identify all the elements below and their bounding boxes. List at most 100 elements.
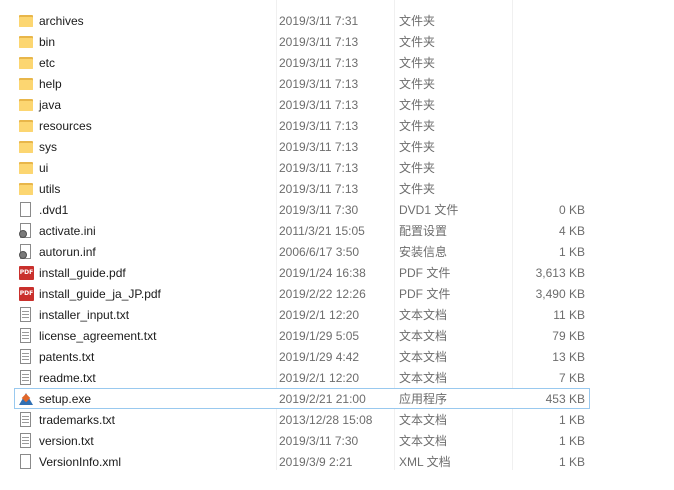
file-row[interactable]: PDF install_guide_ja_JP.pdf 2019/2/22 12:2… [14,283,590,304]
folder-row[interactable]: utils 2019/3/11 7:13 文件夹 [14,178,590,199]
file-type: 文件夹 [399,161,436,175]
file-date-modified: 2019/3/11 7:13 [279,98,359,112]
file-type: 文件夹 [399,140,436,154]
file-type: 文本文档 [399,350,448,364]
file-name: install_guide.pdf [39,266,126,280]
file-date-modified: 2019/3/11 7:30 [279,203,359,217]
blank-file-icon [18,202,34,218]
folder-icon [18,76,34,92]
file-date-modified: 2019/1/29 5:05 [279,329,360,343]
folder-row[interactable]: resources 2019/3/11 7:13 文件夹 [14,115,590,136]
file-date-modified: 2019/3/11 7:31 [279,14,359,28]
file-name: utils [39,182,61,196]
file-type: XML 文档 [399,455,451,469]
text-file-icon [18,349,34,365]
file-row[interactable]: patents.txt 2019/1/29 4:42 文本文档 13 KB [14,346,590,367]
file-date-modified: 2006/6/17 3:50 [279,245,360,259]
folder-row[interactable]: sys 2019/3/11 7:13 文件夹 [14,136,590,157]
file-size: 79 KB [552,329,585,343]
file-date-modified: 2019/3/9 2:21 [279,455,353,469]
file-type: 文本文档 [399,413,448,427]
file-date-modified: 2019/2/22 12:26 [279,287,366,301]
folder-icon [18,97,34,113]
file-name: license_agreement.txt [39,329,157,343]
text-file-icon [18,370,34,386]
file-type: 文本文档 [399,371,448,385]
file-size: 3,613 KB [535,266,585,280]
folder-row[interactable]: java 2019/3/11 7:13 文件夹 [14,94,590,115]
file-name: version.txt [39,434,94,448]
file-type: 文件夹 [399,56,436,70]
settings-file-icon [18,223,34,239]
blank-file-icon [18,454,34,470]
file-date-modified: 2019/3/11 7:30 [279,434,359,448]
file-name: readme.txt [39,371,96,385]
file-type: 文件夹 [399,182,436,196]
file-size: 1 KB [558,434,585,448]
pdf-icon: PDF [18,286,34,302]
file-name: installer_input.txt [39,308,130,322]
folder-icon [18,55,34,71]
text-file-icon [18,412,34,428]
file-type: 文本文档 [399,329,448,343]
file-date-modified: 2019/3/11 7:13 [279,56,359,70]
file-date-modified: 2019/2/1 12:20 [279,371,360,385]
file-size: 1 KB [558,455,585,469]
folder-row[interactable]: ui 2019/3/11 7:13 文件夹 [14,157,590,178]
folder-row[interactable]: help 2019/3/11 7:13 文件夹 [14,73,590,94]
folder-icon [18,160,34,176]
file-type: 文本文档 [399,434,448,448]
file-type: 文本文档 [399,308,448,322]
file-date-modified: 2019/1/29 4:42 [279,350,360,364]
file-row[interactable]: trademarks.txt 2013/12/28 15:08 文本文档 1 KB [14,409,590,430]
file-name: help [39,77,62,91]
file-date-modified: 2019/3/11 7:13 [279,140,359,154]
file-row[interactable]: .dvd1 2019/3/11 7:30 DVD1 文件 0 KB [14,199,590,220]
file-row[interactable]: PDF install_guide.pdf 2019/1/24 16:38 PDF 文… [14,262,590,283]
file-type: PDF 文件 [399,287,451,301]
file-type: PDF 文件 [399,266,451,280]
text-file-icon [18,328,34,344]
folder-icon [18,139,34,155]
file-name: ui [39,161,49,175]
settings-file-icon [18,244,34,260]
file-date-modified: 2013/12/28 15:08 [279,413,373,427]
file-size: 11 KB [553,308,585,322]
file-type: 文件夹 [399,14,436,28]
pdf-icon: PDF [18,265,34,281]
file-name: install_guide_ja_JP.pdf [39,287,161,301]
file-type: 文件夹 [399,98,436,112]
file-date-modified: 2019/3/11 7:13 [279,77,359,91]
file-row[interactable]: activate.ini 2011/3/21 15:05 配置设置 4 KB [14,220,590,241]
file-row[interactable]: readme.txt 2019/2/1 12:20 文本文档 7 KB [14,367,590,388]
file-list: archives 2019/3/11 7:31 文件夹 bin 2019/3/11 7:… [14,10,590,472]
file-name: trademarks.txt [39,413,116,427]
file-type: 配置设置 [399,224,448,238]
file-row[interactable]: installer_input.txt 2019/2/1 12:20 文本文档 11 … [14,304,590,325]
folder-icon [18,181,34,197]
file-size: 3,490 KB [535,287,585,301]
file-date-modified: 2019/1/24 16:38 [279,266,366,280]
file-type: 安装信息 [399,245,448,259]
file-row[interactable]: setup.exe 2019/2/21 21:00 应用程序 453 KB [14,388,590,409]
file-date-modified: 2019/3/11 7:13 [279,119,359,133]
file-name: activate.ini [39,224,96,238]
file-size: 453 KB [545,392,585,406]
folder-icon [18,118,34,134]
folder-row[interactable]: archives 2019/3/11 7:31 文件夹 [14,10,590,31]
folder-icon [18,13,34,29]
file-row[interactable]: license_agreement.txt 2019/1/29 5:05 文本文档 7… [14,325,590,346]
file-row[interactable]: VersionInfo.xml 2019/3/9 2:21 XML 文档 1 KB [14,451,590,472]
file-name: archives [39,14,84,28]
file-size: 4 KB [558,224,585,238]
folder-row[interactable]: etc 2019/3/11 7:13 文件夹 [14,52,590,73]
file-date-modified: 2019/2/1 12:20 [279,308,360,322]
file-size: 13 KB [552,350,585,364]
file-row[interactable]: version.txt 2019/3/11 7:30 文本文档 1 KB [14,430,590,451]
folder-row[interactable]: bin 2019/3/11 7:13 文件夹 [14,31,590,52]
file-name: etc [39,56,56,70]
file-row[interactable]: autorun.inf 2006/6/17 3:50 安装信息 1 KB [14,241,590,262]
file-type: 文件夹 [399,119,436,133]
file-name: setup.exe [39,392,92,406]
folder-icon [18,34,34,50]
